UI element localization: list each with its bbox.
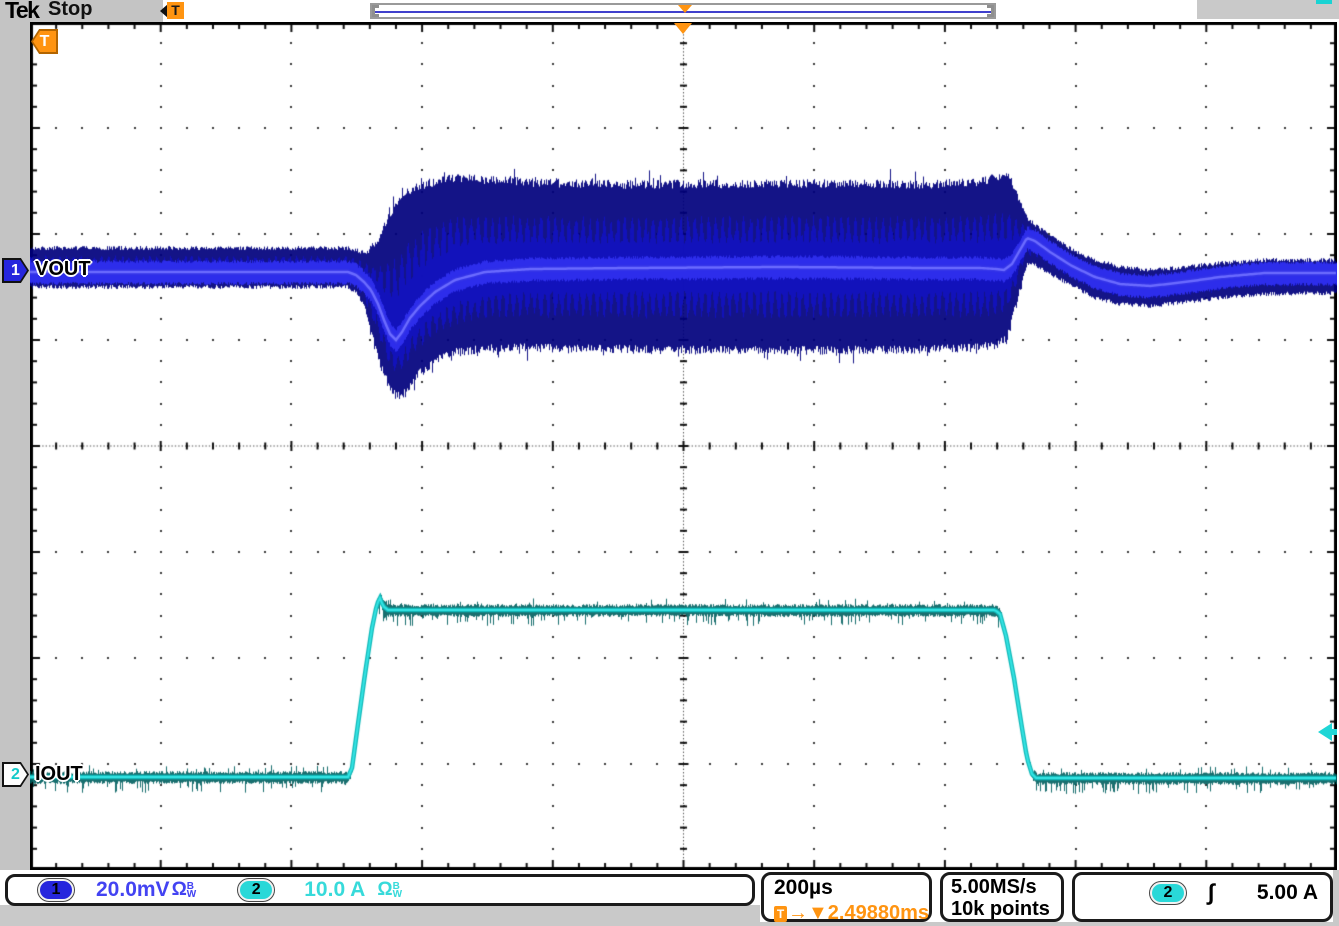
ch1-scale: 20.0mV (96, 878, 170, 902)
ch1-waveform-label: VOUT (35, 258, 91, 281)
trigger-delay-row: T →▼2.49880ms (774, 902, 929, 925)
trigger-level-readout: 5.00 A (1257, 881, 1318, 905)
tek-logo: Tek (5, 0, 38, 24)
trigger-t-icon: T (774, 906, 787, 922)
acquisition-readout-box: 5.00MS/s 10k points (940, 872, 1064, 922)
corner-cyan-indicator (1316, 0, 1332, 4)
rising-edge-icon: ∫ (1208, 879, 1214, 906)
timebase-readout-box: 200µs T →▼2.49880ms (761, 872, 932, 922)
graticule-left-margin (0, 22, 30, 870)
ch2-waveform-label: IOUT (35, 763, 83, 786)
ch1-bandwidth-icon: BW (187, 883, 196, 899)
timebase-scale: 200µs (774, 876, 929, 900)
ch2-badge: 2 (238, 879, 274, 901)
left-triangle-icon (1318, 723, 1332, 741)
ch2-impedance-icon: Ω (377, 879, 392, 901)
record-window-bracket-left (372, 5, 379, 17)
trigger-delay-readout: →▼2.49880ms (788, 902, 929, 925)
trigger-source-badge: 2 (1150, 882, 1186, 904)
record-trigger-position-icon[interactable] (678, 5, 692, 13)
record-view-bar[interactable] (370, 3, 996, 19)
trigger-position-marker[interactable] (674, 23, 692, 34)
trigger-readout-box: 2 ∫ 5.00 A (1072, 872, 1333, 922)
ch1-level-marker[interactable]: 1 (2, 258, 29, 283)
trigger-offscreen-icon: T (160, 2, 186, 19)
ch2-scale: 10.0 A (304, 878, 365, 902)
record-length: 10k points (951, 898, 1061, 920)
ch1-impedance-icon: Ω (172, 879, 187, 901)
record-window-bracket-right (987, 5, 994, 17)
acquisition-status: Stop (48, 0, 92, 21)
ch1-badge: 1 (38, 879, 74, 901)
waveform-display (30, 22, 1337, 870)
header-bar: Tek Stop T (0, 0, 1339, 22)
trigger-t-icon: T (167, 2, 184, 19)
ch2-level-marker[interactable]: 2 (2, 762, 29, 787)
readout-strip: 1 20.0mV Ω BW 2 10.0 A Ω BW 200µs T →▼2.… (0, 870, 1339, 926)
trigger-level-marker[interactable] (1318, 723, 1337, 741)
trigger-time-marker[interactable]: T (31, 29, 58, 54)
sample-rate: 5.00MS/s (951, 876, 1061, 898)
channel-readout-box: 1 20.0mV Ω BW 2 10.0 A Ω BW (5, 874, 755, 906)
ch2-bandwidth-icon: BW (393, 883, 402, 899)
